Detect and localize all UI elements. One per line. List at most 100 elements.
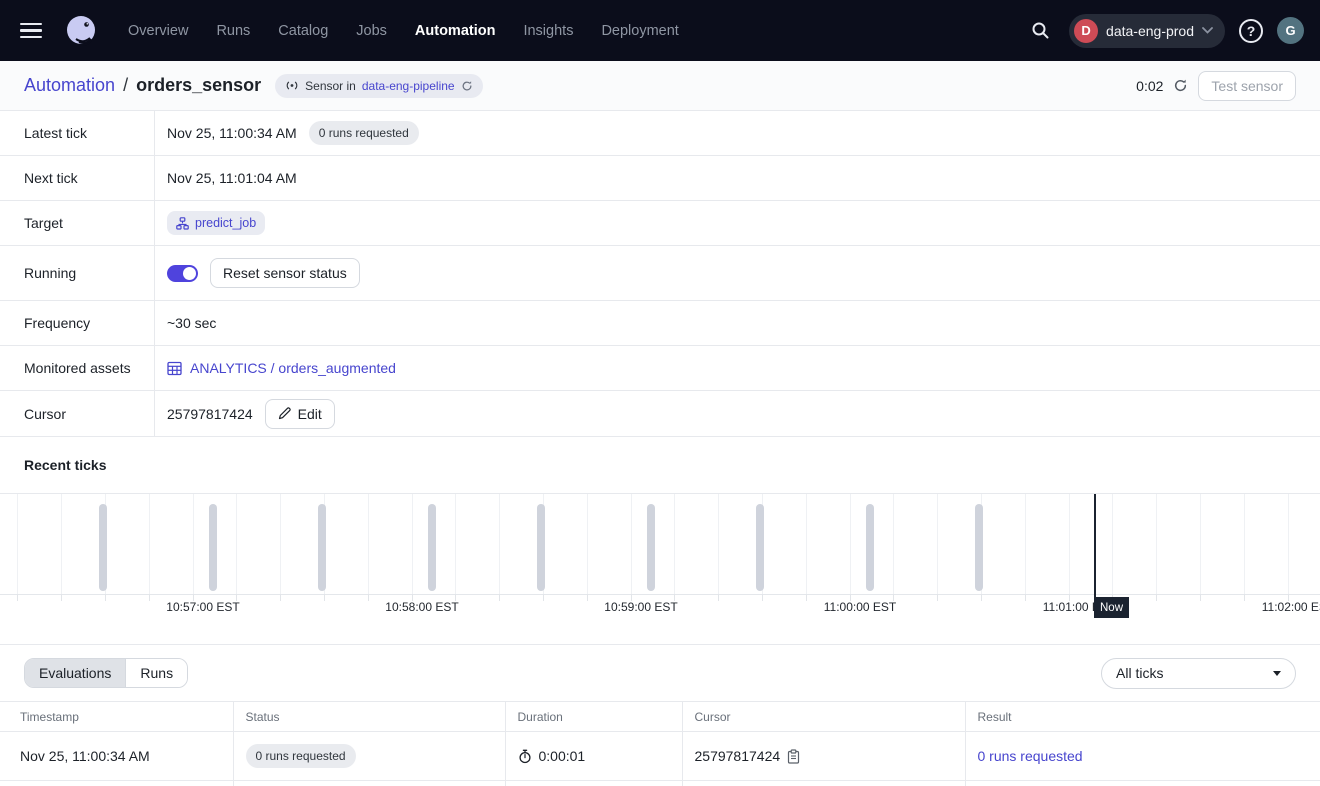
tab-runs[interactable]: Runs [126,659,187,687]
target-job-name: predict_job [195,216,256,230]
nav-item-jobs[interactable]: Jobs [356,23,387,39]
refresh-icon[interactable] [1173,78,1188,93]
chart-gridline [631,494,632,594]
chart-gridline [1288,494,1289,594]
monitored-assets-row: Monitored assets ANALYTICS / orders_augm… [0,346,1320,391]
chart-gridline [1025,494,1026,594]
sensor-tick-bar[interactable] [756,504,764,591]
evaluations-toolbar: Evaluations Runs All ticks [0,645,1320,701]
chart-axis-tick [1200,594,1201,601]
breadcrumb-separator: / [123,75,128,96]
deployment-badge: D [1074,19,1098,43]
running-label: Running [0,246,155,300]
reset-sensor-status-button[interactable]: Reset sensor status [210,258,360,288]
user-avatar[interactable]: G [1277,17,1304,44]
job-icon [176,217,189,230]
tick-filter-dropdown[interactable]: All ticks [1101,658,1296,689]
chart-axis-label: 11:02:00 EST [1262,600,1320,614]
test-sensor-button[interactable]: Test sensor [1198,71,1296,101]
table-header-row: Timestamp Status Duration Cursor Result [0,702,1320,732]
chart-gridline [499,494,500,594]
chevron-down-icon [1202,27,1213,34]
chart-gridline [1112,494,1113,594]
chart-axis-tick [1244,594,1245,601]
col-duration: Duration [505,702,682,732]
monitored-asset-link[interactable]: ANALYTICS / orders_augmented [167,360,396,376]
latest-tick-timestamp: Nov 25, 11:00:34 AM [167,125,297,141]
col-timestamp: Timestamp [0,702,233,732]
hamburger-menu-icon[interactable] [20,17,48,45]
nav-item-overview[interactable]: Overview [128,23,188,39]
search-icon[interactable] [1025,16,1055,46]
chart-axis-tick [1156,594,1157,601]
chart-gridline [236,494,237,594]
nav-item-catalog[interactable]: Catalog [278,23,328,39]
nav-item-runs[interactable]: Runs [216,23,250,39]
chart-gridline [806,494,807,594]
nav-item-automation[interactable]: Automation [415,23,496,39]
sensor-tick-bar[interactable] [537,504,545,591]
frequency-label: Frequency [0,301,155,345]
recent-ticks-chart[interactable]: 10:57:00 EST10:58:00 EST10:59:00 EST11:0… [0,493,1320,620]
reload-location-icon[interactable] [461,80,473,92]
chart-axis-tick [981,594,982,601]
sensor-tick-bar[interactable] [428,504,436,591]
chart-gridline [280,494,281,594]
next-tick-row: Next tick Nov 25, 11:01:04 AM [0,156,1320,201]
top-nav: Overview Runs Catalog Jobs Automation Insight… [0,0,1320,61]
help-icon[interactable]: ? [1239,19,1263,43]
deployment-label: data-eng-prod [1106,23,1194,39]
sensor-type-badge: Sensor in data-eng-pipeline [275,74,482,98]
chart-gridline [587,494,588,594]
target-job-link[interactable]: predict_job [167,211,265,235]
chart-axis-tick [368,594,369,601]
running-row: Running Reset sensor status [0,246,1320,301]
col-result: Result [965,702,1320,732]
sensor-tick-bar[interactable] [99,504,107,591]
chart-gridline [368,494,369,594]
caret-down-icon [1273,671,1281,676]
breadcrumb-automation-link[interactable]: Automation [24,75,115,96]
nav-item-insights[interactable]: Insights [523,23,573,39]
chart-axis-label: 10:59:00 EST [604,600,677,614]
cursor-edit-button[interactable]: Edit [265,399,335,429]
latest-tick-row: Latest tick Nov 25, 11:00:34 AM 0 runs r… [0,111,1320,156]
copy-clipboard-icon[interactable] [787,749,800,764]
dagster-logo-icon[interactable] [62,12,100,50]
tab-evaluations[interactable]: Evaluations [25,659,126,687]
sensor-tick-bar[interactable] [866,504,874,591]
chart-axis-tick [149,594,150,601]
pencil-icon [278,407,291,420]
page-header: Automation / orders_sensor Sensor in dat… [0,61,1320,111]
sensor-tick-bar[interactable] [975,504,983,591]
chart-axis-tick [499,594,500,601]
cursor-row: Cursor 25797817424 Edit [0,391,1320,437]
chart-axis-tick [1025,594,1026,601]
cursor-edit-label: Edit [298,406,322,422]
evaluations-table: Timestamp Status Duration Cursor Result … [0,701,1320,786]
code-location-link[interactable]: data-eng-pipeline [362,79,455,93]
chart-axis-tick [543,594,544,601]
chart-axis-label: 10:57:00 EST [166,600,239,614]
deployment-switcher[interactable]: D data-eng-prod [1069,14,1225,48]
chart-axis-tick [762,594,763,601]
sensor-tick-bar[interactable] [647,504,655,591]
frequency-row: Frequency ~30 sec [0,301,1320,346]
recent-ticks-heading: Recent ticks [24,457,106,473]
chart-axis-tick [105,594,106,601]
monitored-assets-label: Monitored assets [0,346,155,390]
monitored-asset-key: ANALYTICS / orders_augmented [190,360,396,376]
cell-status-badge: 0 runs requested [246,744,356,768]
sensor-tick-bar[interactable] [209,504,217,591]
latest-tick-label: Latest tick [0,111,155,155]
sensor-icon [285,80,299,91]
running-toggle[interactable] [167,265,198,282]
sensor-tick-bar[interactable] [318,504,326,591]
frequency-value: ~30 sec [167,315,216,331]
table-row-partial [0,781,1320,786]
chart-axis-line [0,594,1320,595]
chart-gridline [193,494,194,594]
cell-cursor: 25797817424 [695,748,781,764]
cell-result-link[interactable]: 0 runs requested [978,748,1083,764]
nav-item-deployment[interactable]: Deployment [601,23,678,39]
